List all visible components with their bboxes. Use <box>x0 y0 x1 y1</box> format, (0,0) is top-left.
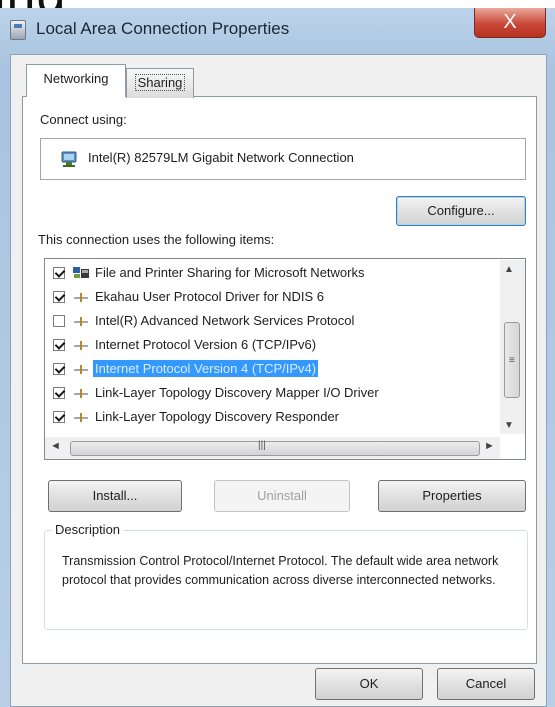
cancel-button[interactable]: Cancel <box>437 668 535 700</box>
list-item-label: Link-Layer Topology Discovery Mapper I/O… <box>95 385 379 400</box>
item-checkbox[interactable] <box>53 267 65 279</box>
items-label: This connection uses the following items… <box>38 232 275 247</box>
item-checkbox[interactable] <box>53 339 65 351</box>
configure-button[interactable]: Configure... <box>396 196 526 226</box>
list-item-intel-ans[interactable]: Intel(R) Advanced Network Services Proto… <box>45 309 501 333</box>
close-button[interactable]: X <box>474 8 546 38</box>
protocol-icon <box>74 293 88 302</box>
uninstall-button[interactable]: Uninstall <box>214 480 350 512</box>
item-checkbox[interactable] <box>53 411 65 423</box>
items-list[interactable]: File and Printer Sharing for Microsoft N… <box>44 258 526 460</box>
tab-networking[interactable]: Networking <box>26 64 126 97</box>
network-adapter-icon <box>61 151 77 167</box>
item-checkbox[interactable] <box>53 291 65 303</box>
list-item-label: Internet Protocol Version 6 (TCP/IPv6) <box>95 337 317 352</box>
list-item-label: Internet Protocol Version 4 (TCP/IPv4) <box>93 360 319 377</box>
scroll-up-arrow-icon[interactable]: ▲ <box>504 264 514 275</box>
protocol-icon <box>74 341 88 350</box>
scroll-right-arrow-icon[interactable]: ► <box>484 440 495 452</box>
list-item-ipv4[interactable]: Internet Protocol Version 4 (TCP/IPv4) <box>45 357 501 381</box>
list-item-label: Intel(R) Advanced Network Services Proto… <box>95 313 355 328</box>
list-item-ipv6[interactable]: Internet Protocol Version 6 (TCP/IPv6) <box>45 333 501 357</box>
list-item-label: File and Printer Sharing for Microsoft N… <box>95 265 365 280</box>
list-item-file-printer-sharing[interactable]: File and Printer Sharing for Microsoft N… <box>45 261 501 285</box>
horizontal-scroll-thumb[interactable] <box>70 441 480 456</box>
tab-networking-label: Networking <box>43 71 109 86</box>
description-text: Transmission Control Protocol/Internet P… <box>62 554 499 587</box>
protocol-icon <box>74 413 88 422</box>
protocol-icon <box>74 317 88 326</box>
list-item-lltd-mapper[interactable]: Link-Layer Topology Discovery Mapper I/O… <box>45 381 501 405</box>
list-item-ekahau[interactable]: Ekahau User Protocol Driver for NDIS 6 <box>45 285 501 309</box>
item-checkbox[interactable] <box>53 387 65 399</box>
scroll-grip-icon: ≡ <box>509 355 515 366</box>
protocol-icon <box>74 365 88 374</box>
network-connection-icon <box>10 20 26 40</box>
tab-sharing[interactable]: Sharing <box>126 68 194 98</box>
list-item-label: Ekahau User Protocol Driver for NDIS 6 <box>95 289 325 304</box>
scroll-left-arrow-icon[interactable]: ◄ <box>50 440 61 452</box>
ok-button[interactable]: OK <box>315 668 423 700</box>
list-item-label: Link-Layer Topology Discovery Responder <box>95 409 339 424</box>
item-checkbox[interactable] <box>53 363 65 375</box>
connect-using-label: Connect using: <box>40 112 127 127</box>
tab-sharing-label: Sharing <box>134 74 186 91</box>
scroll-down-arrow-icon[interactable]: ▼ <box>504 420 514 431</box>
adapter-name: Intel(R) 82579LM Gigabit Network Connect… <box>88 150 354 165</box>
scroll-grip-icon: ||| <box>258 440 266 451</box>
properties-button[interactable]: Properties <box>378 480 526 512</box>
protocol-icon <box>74 389 88 398</box>
window-title: Local Area Connection Properties <box>36 19 290 38</box>
network-service-icon <box>73 267 89 278</box>
description-legend: Description <box>52 522 124 537</box>
list-item-lltd-responder[interactable]: Link-Layer Topology Discovery Responder <box>45 405 501 429</box>
item-checkbox[interactable] <box>53 315 65 327</box>
install-button[interactable]: Install... <box>48 480 182 512</box>
